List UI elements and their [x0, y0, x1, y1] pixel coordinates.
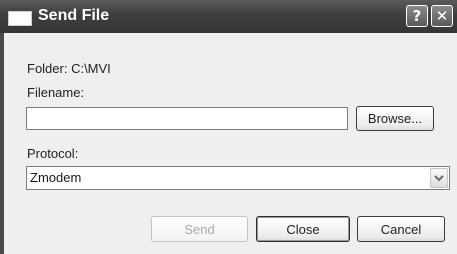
- filename-label: Filename:: [27, 85, 85, 100]
- protocol-dropdown-button[interactable]: [430, 168, 448, 188]
- close-icon: ✕: [435, 7, 449, 25]
- protocol-label: Protocol:: [27, 146, 79, 161]
- close-button[interactable]: Close: [256, 216, 350, 242]
- help-icon: ?: [412, 7, 422, 25]
- protocol-selected-value: Zmodem: [30, 170, 82, 185]
- protocol-select[interactable]: Zmodem: [26, 166, 450, 190]
- chevron-down-icon: [434, 175, 444, 182]
- cancel-button[interactable]: Cancel: [357, 216, 445, 242]
- filename-input[interactable]: [26, 107, 348, 130]
- close-button-label: Close: [286, 221, 320, 237]
- help-button[interactable]: ?: [406, 5, 428, 27]
- send-file-dialog: Send File ? ✕ Folder: C:\MVI Filename: B…: [0, 0, 457, 254]
- browse-button[interactable]: Browse...: [356, 106, 434, 131]
- send-button-label: Send: [184, 221, 215, 237]
- window-title: Send File: [38, 7, 110, 24]
- title-bar[interactable]: Send File ? ✕: [0, 0, 457, 33]
- window-border: [0, 33, 4, 254]
- folder-label: Folder: C:\MVI: [27, 61, 111, 76]
- cancel-button-label: Cancel: [380, 221, 422, 237]
- browse-button-label: Browse...: [367, 111, 423, 126]
- window-icon: [8, 11, 32, 26]
- window-close-button[interactable]: ✕: [431, 5, 453, 27]
- send-button[interactable]: Send: [151, 216, 248, 242]
